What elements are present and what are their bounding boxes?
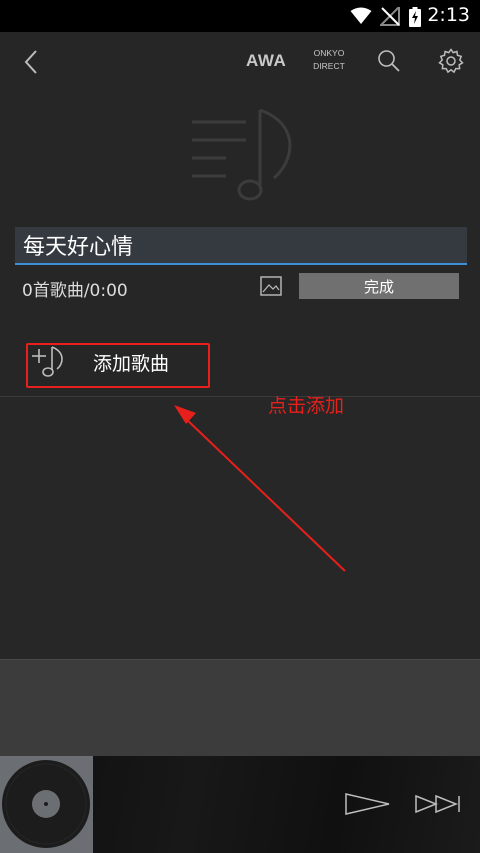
playlist-title-input[interactable]: [23, 229, 453, 261]
back-button[interactable]: [22, 48, 42, 76]
highlight-box: [26, 343, 210, 388]
playlist-title-field[interactable]: [15, 227, 467, 265]
status-bar: 2:13: [0, 0, 480, 32]
playlist-meta-row: 0首歌曲/0:00 完成: [0, 270, 480, 304]
no-signal-icon: [380, 7, 400, 26]
status-clock: 2:13: [427, 4, 470, 26]
mini-info-band: [0, 659, 480, 756]
vinyl-disc-icon: [2, 760, 90, 848]
onkyo-line1: ONKYO: [313, 48, 345, 58]
awa-link[interactable]: AWA: [246, 51, 286, 71]
app-bar: AWA ONKYO DIRECT: [0, 32, 480, 92]
search-icon[interactable]: [377, 49, 401, 73]
onkyo-line2: DIRECT: [313, 61, 345, 71]
image-icon[interactable]: [260, 276, 282, 296]
album-art[interactable]: [0, 756, 93, 853]
done-button[interactable]: 完成: [299, 273, 459, 299]
skip-next-icon[interactable]: [414, 794, 464, 814]
play-icon[interactable]: [344, 792, 392, 816]
app-screen: 2:13 AWA ONKYO DIRECT 每天好心情 0首歌曲/0:00 完成…: [0, 0, 480, 853]
song-count-text: 0首歌曲/0:00: [22, 281, 128, 301]
playlist-music-icon: [192, 108, 292, 201]
onkyo-direct-link[interactable]: ONKYO DIRECT: [307, 47, 351, 73]
player-bar: [0, 756, 480, 853]
gear-icon[interactable]: [438, 48, 464, 74]
song-list-area: [0, 397, 480, 659]
annotation-text: 点击添加: [268, 395, 345, 417]
battery-charging-icon: [409, 7, 421, 27]
wifi-icon: [350, 7, 372, 24]
